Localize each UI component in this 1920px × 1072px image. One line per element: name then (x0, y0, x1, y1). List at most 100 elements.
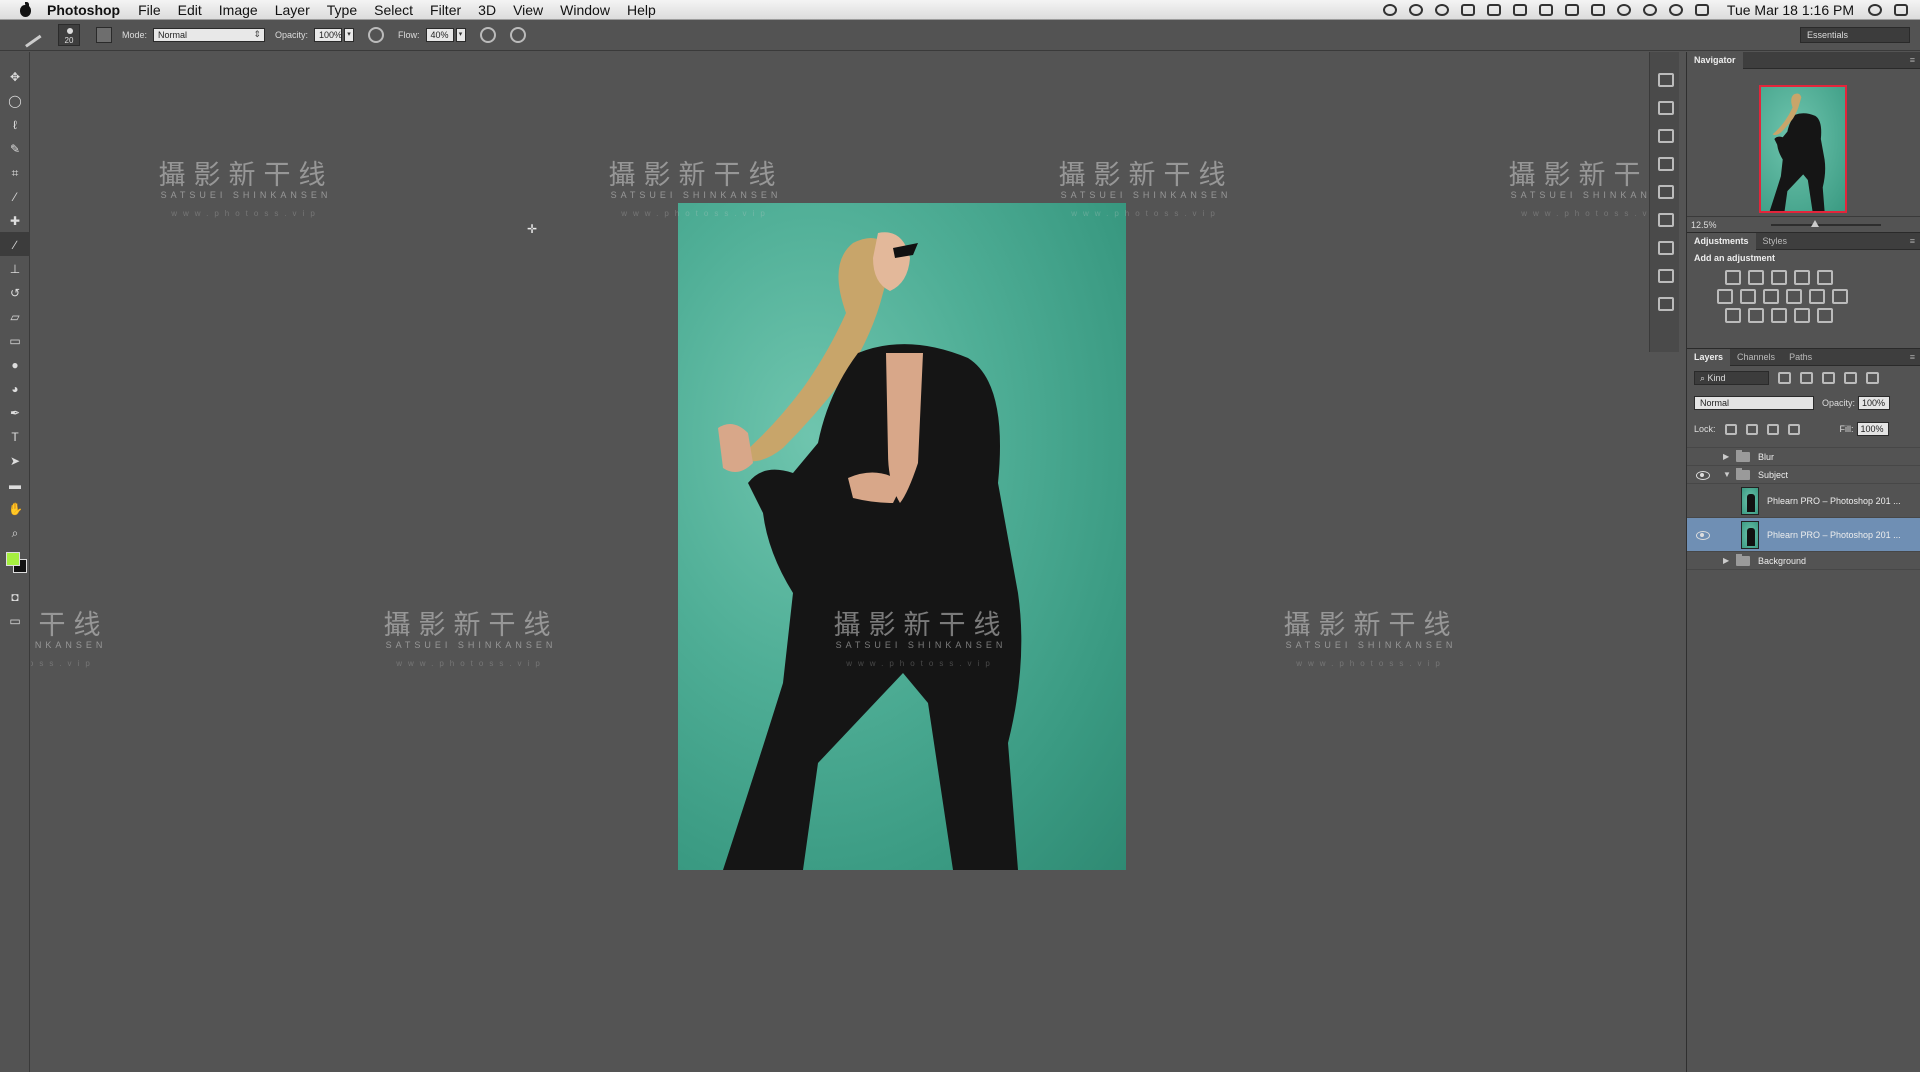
menu-select[interactable]: Select (374, 2, 413, 18)
tool-preset-brush-icon[interactable] (16, 22, 42, 48)
filter-smart-object-icon[interactable] (1866, 372, 1879, 384)
evernote-icon[interactable] (1408, 4, 1423, 16)
menu-clock[interactable]: Tue Mar 18 1:16 PM (1727, 2, 1854, 18)
quick-mask-icon[interactable]: ◘ (0, 584, 30, 608)
window-icon[interactable] (1538, 4, 1553, 16)
navigator-zoom-value[interactable]: 12.5% (1691, 220, 1717, 230)
history-panel-icon[interactable] (1656, 71, 1674, 87)
history-brush-tool-icon[interactable]: ↺ (0, 280, 30, 304)
menu-help[interactable]: Help (627, 2, 656, 18)
brush-size-picker[interactable]: 20 (58, 24, 80, 46)
levels-icon[interactable] (1748, 270, 1764, 285)
gradient-tool-icon[interactable]: ▭ (0, 328, 30, 352)
battery-icon[interactable] (1512, 4, 1527, 16)
brush-panel-icon[interactable] (1656, 211, 1674, 227)
color-balance-icon[interactable] (1740, 289, 1756, 304)
navigator-thumbnail[interactable] (1759, 85, 1847, 213)
tab-navigator[interactable]: Navigator (1687, 51, 1743, 69)
menu-image[interactable]: Image (219, 2, 258, 18)
expand-triangle-icon[interactable]: ▶ (1723, 452, 1733, 461)
layer-filter-kind-select[interactable]: ⌕ Kind (1694, 371, 1769, 385)
lasso-tool-icon[interactable]: ℓ (0, 112, 30, 136)
layer-phlearn-2[interactable]: Phlearn PRO – Photoshop 201 ... (1687, 518, 1920, 552)
screen-mode-icon[interactable]: ▭ (0, 608, 30, 632)
hand-tool-icon[interactable]: ✋ (0, 496, 30, 520)
exposure-icon[interactable] (1794, 270, 1810, 285)
selective-color-icon[interactable] (1794, 308, 1810, 323)
curves-icon[interactable] (1771, 270, 1787, 285)
mode-select[interactable]: Normal (153, 28, 266, 42)
expand-triangle-icon[interactable]: ▶ (1723, 556, 1733, 565)
paragraph-panel-icon[interactable] (1656, 295, 1674, 311)
document-canvas[interactable]: 攝影新干线 SATSUEI SHINKANSEN www.photoss.vip 攝… (31, 52, 1654, 1072)
collapse-triangle-icon[interactable]: ▼ (1723, 470, 1733, 479)
eye-icon[interactable] (1695, 470, 1711, 480)
menu-filter[interactable]: Filter (430, 2, 461, 18)
tab-adjustments[interactable]: Adjustments (1687, 232, 1756, 250)
photo-filter-icon[interactable] (1786, 289, 1802, 304)
clone-stamp-tool-icon[interactable]: ⊥ (0, 256, 30, 280)
flow-dropdown[interactable]: ▾ (455, 28, 466, 42)
cloud-icon[interactable] (1434, 4, 1449, 16)
lock-all-icon[interactable] (1787, 423, 1800, 435)
menu-window[interactable]: Window (560, 2, 610, 18)
display-icon[interactable] (1564, 4, 1579, 16)
tab-layers[interactable]: Layers (1687, 348, 1731, 366)
filter-type-icon[interactable] (1822, 372, 1835, 384)
hue-saturation-icon[interactable] (1717, 289, 1733, 304)
notifications-icon[interactable] (1894, 4, 1908, 16)
blur-tool-icon[interactable]: ● (0, 352, 30, 376)
menu-edit[interactable]: Edit (178, 2, 202, 18)
eyedropper-tool-icon[interactable]: ⁄ (0, 184, 30, 208)
brush-tool-icon[interactable]: ∕ (0, 232, 30, 256)
color-lookup-icon[interactable] (1832, 289, 1848, 304)
layer-group-blur[interactable]: ▶ Blur (1687, 448, 1920, 466)
blend-mode-select[interactable]: Normal (1694, 396, 1814, 410)
elliptical-marquee-tool-icon[interactable]: ◯ (0, 88, 30, 112)
threshold-icon[interactable] (1771, 308, 1787, 323)
actions-panel-icon[interactable] (1656, 99, 1674, 115)
brightness-contrast-icon[interactable] (1725, 270, 1741, 285)
layer-phlearn-1[interactable]: Phlearn PRO – Photoshop 201 ... (1687, 484, 1920, 518)
pressure-opacity-icon[interactable] (368, 27, 385, 43)
workspace-switcher[interactable]: Essentials (1800, 27, 1910, 43)
invert-icon[interactable] (1725, 308, 1741, 323)
panel-menu-icon[interactable]: ≡ (1910, 352, 1915, 362)
filter-adjustment-icon[interactable] (1800, 372, 1813, 384)
visibility-toggle-off[interactable] (1695, 556, 1711, 566)
lock-transparent-icon[interactable] (1724, 423, 1737, 435)
apple-icon[interactable] (17, 1, 37, 17)
character-panel-icon[interactable] (1656, 267, 1674, 283)
eye-icon[interactable] (1695, 530, 1711, 540)
airbrush-icon[interactable] (479, 27, 496, 43)
lock-image-icon[interactable] (1745, 423, 1758, 435)
brush-presets-panel-icon[interactable] (1656, 183, 1674, 199)
document-image[interactable] (678, 203, 1126, 870)
zoom-tool-icon[interactable]: ⌕ (0, 520, 30, 544)
layer-group-background[interactable]: ▶ Background (1687, 552, 1920, 570)
clone-source-panel-icon[interactable] (1656, 239, 1674, 255)
opacity-dropdown[interactable]: ▾ (344, 28, 355, 42)
filter-pixel-icon[interactable] (1778, 372, 1791, 384)
navigator-zoom-slider[interactable] (1771, 224, 1881, 226)
tab-styles[interactable]: Styles (1756, 233, 1795, 250)
histogram-panel-icon[interactable] (1656, 127, 1674, 143)
brush-panel-toggle-icon[interactable] (96, 27, 112, 43)
menu-app-name[interactable]: Photoshop (47, 2, 120, 18)
tab-paths[interactable]: Paths (1782, 349, 1819, 366)
vibrance-icon[interactable] (1817, 270, 1833, 285)
spot-healing-tool-icon[interactable]: ✚ (0, 208, 30, 232)
record-icon[interactable] (1382, 4, 1397, 16)
dodge-tool-icon[interactable]: ◕ (0, 376, 30, 400)
foreground-color-swatch[interactable] (6, 552, 20, 566)
opacity-input[interactable]: 100% (314, 28, 342, 42)
panel-menu-icon[interactable]: ≡ (1910, 55, 1915, 65)
quick-selection-tool-icon[interactable]: ✎ (0, 136, 30, 160)
type-tool-icon[interactable]: T (0, 424, 30, 448)
fill-input[interactable]: 100% (1856, 422, 1889, 436)
pressure-size-icon[interactable] (509, 27, 526, 43)
filter-shape-icon[interactable] (1844, 372, 1857, 384)
pen-tool-icon[interactable]: ✒ (0, 400, 30, 424)
visibility-toggle-off[interactable] (1695, 496, 1711, 506)
eraser-tool-icon[interactable]: ▱ (0, 304, 30, 328)
